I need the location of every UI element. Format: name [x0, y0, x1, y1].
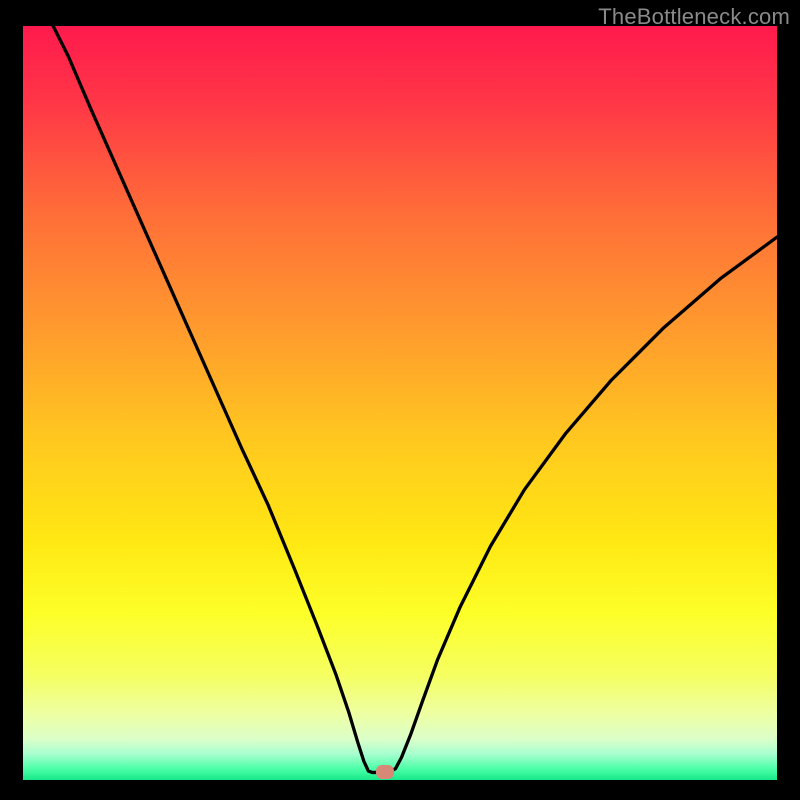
- watermark-text: TheBottleneck.com: [598, 4, 790, 30]
- gradient-background: [23, 26, 777, 780]
- chart-svg: [23, 26, 777, 780]
- chart-frame: TheBottleneck.com: [0, 0, 800, 800]
- optimum-marker: [376, 765, 394, 779]
- plot-area: [23, 26, 777, 780]
